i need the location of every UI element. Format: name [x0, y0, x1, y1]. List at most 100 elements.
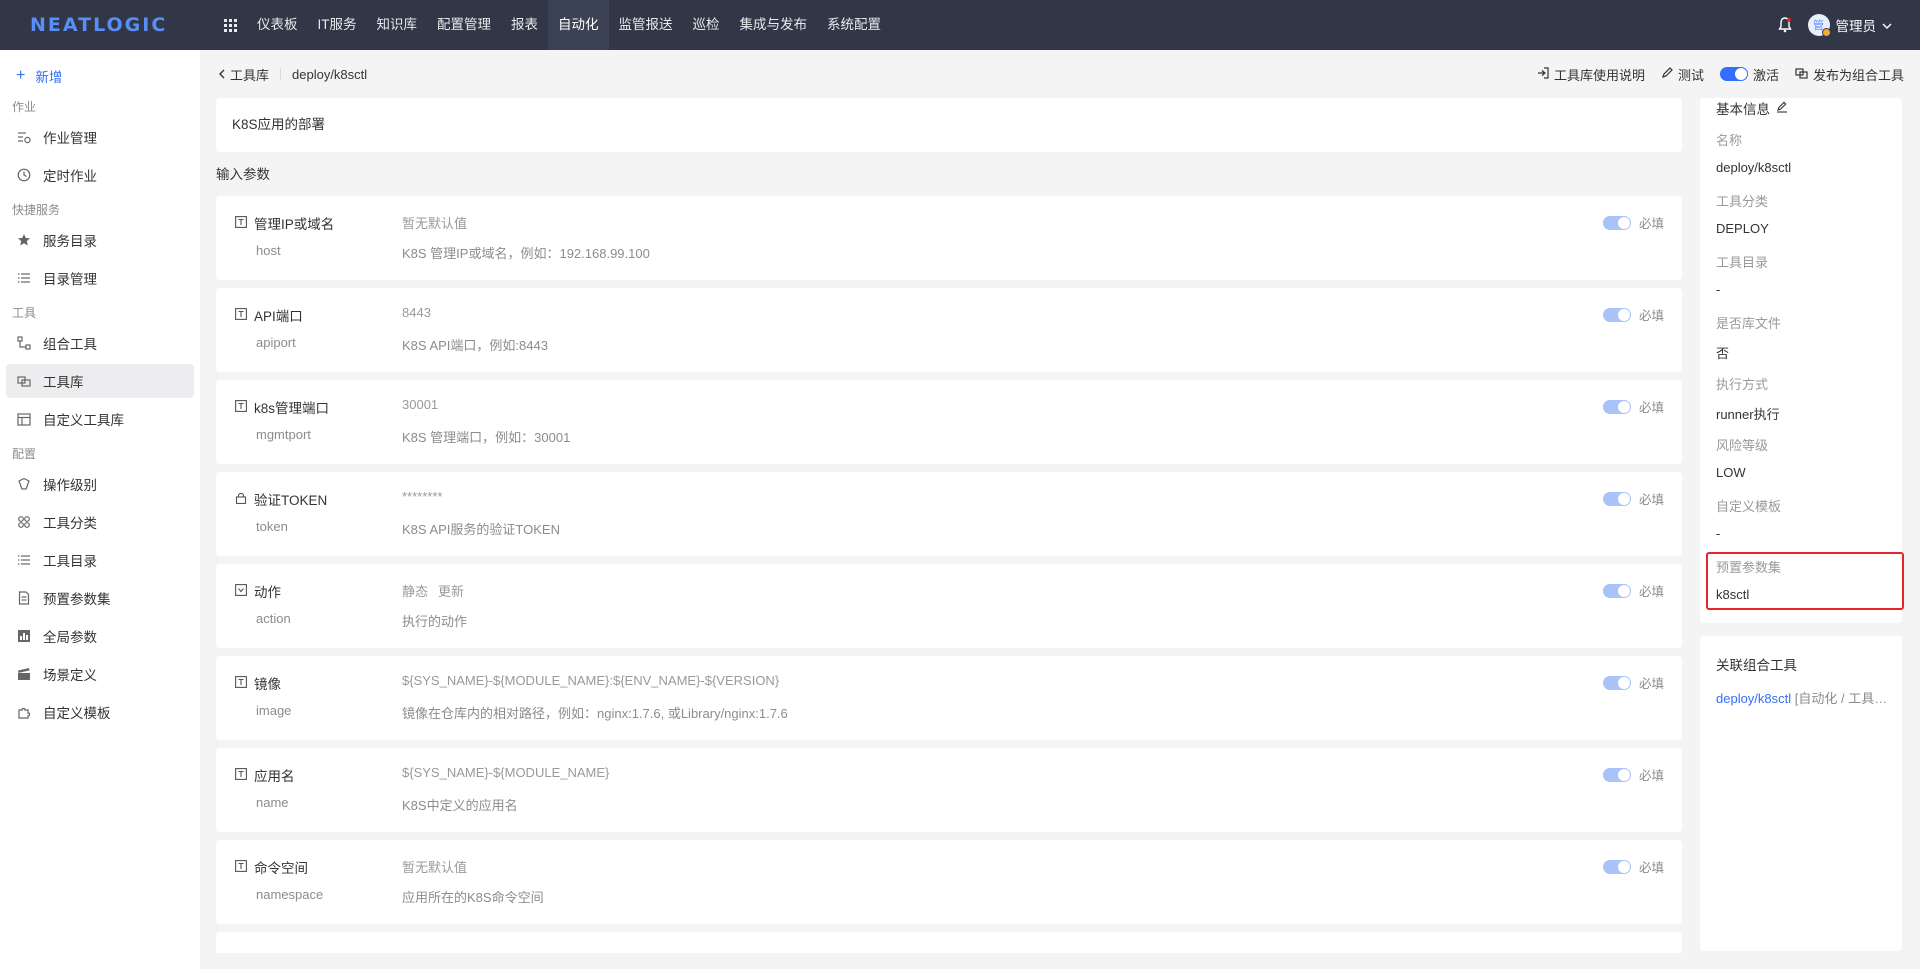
nav-system-config[interactable]: 系统配置	[817, 0, 891, 50]
param-key: namespace	[256, 887, 324, 902]
param-card-image: 镜像 image ${SYS_NAME}-${MODULE_NAME}:${EN…	[216, 656, 1682, 740]
param-name: 应用名	[254, 769, 295, 784]
nav-report[interactable]: 报表	[501, 0, 548, 50]
nav-inspection[interactable]: 巡检	[683, 0, 730, 50]
required-switch[interactable]	[1602, 307, 1631, 322]
sidebar-item-scene-definition[interactable]: 场景定义	[6, 657, 194, 691]
nav-it-service[interactable]: IT服务	[308, 0, 367, 50]
publish-button[interactable]: 发布为组合工具	[1795, 65, 1904, 84]
info-field-is-library: 是否库文件否	[1716, 316, 1782, 361]
star-icon	[16, 232, 32, 248]
clapper-icon	[16, 666, 32, 682]
required-toggle[interactable]: 必填	[1602, 673, 1664, 692]
user-menu[interactable]: 管 管理员	[1807, 14, 1893, 37]
document-icon	[16, 590, 32, 606]
param-key: mgmtport	[256, 427, 311, 442]
param-default: 暂无默认值	[402, 860, 468, 875]
required-switch[interactable]	[1602, 675, 1631, 690]
sidebar-item-global-params[interactable]: 全局参数	[6, 619, 194, 653]
nav-cmdb[interactable]: 配置管理	[427, 0, 501, 50]
required-toggle[interactable]: 必填	[1602, 765, 1664, 784]
param-default: ********	[402, 489, 443, 504]
sidebar-item-custom-library[interactable]: 自定义工具库	[6, 402, 194, 436]
required-switch[interactable]	[1602, 767, 1631, 782]
chevron-down-icon	[1882, 18, 1892, 33]
sidebar-item-combined-tools[interactable]: 组合工具	[6, 326, 194, 360]
activate-toggle[interactable]: 激活	[1719, 65, 1779, 84]
list-icon	[16, 552, 32, 568]
group-title-config: 配置	[12, 447, 37, 461]
param-description: K8S API端口，例如:8443	[402, 338, 548, 353]
nav-integration[interactable]: 集成与发布	[730, 0, 818, 50]
param-card-action: 动作 action 静态 更新 执行的动作 必填	[216, 564, 1682, 648]
add-button[interactable]: + 新增	[0, 63, 200, 89]
param-description: 执行的动作	[402, 614, 468, 629]
breadcrumb-divider	[280, 68, 282, 80]
nav-regulatory[interactable]: 监管报送	[609, 0, 683, 50]
param-default: ${SYS_NAME}-${MODULE_NAME}:${ENV_NAME}-$…	[402, 673, 780, 688]
required-toggle[interactable]: 必填	[1602, 397, 1664, 416]
chevron-left-icon[interactable]	[218, 67, 226, 82]
input-params-title: 输入参数	[216, 167, 270, 182]
sidebar-item-preset-params[interactable]: 预置参数集	[6, 581, 194, 615]
breadcrumb-current: deploy/k8sctl	[292, 66, 368, 82]
param-name: k8s管理端口	[254, 401, 330, 416]
param-description: K8S API服务的验证TOKEN	[402, 522, 560, 537]
activate-switch[interactable]	[1719, 67, 1748, 81]
edit-icon[interactable]	[1776, 101, 1788, 116]
required-switch[interactable]	[1602, 583, 1631, 598]
plus-icon: +	[16, 67, 26, 84]
param-name: 管理IP或域名	[254, 217, 335, 232]
param-name: 验证TOKEN	[254, 493, 328, 508]
required-switch[interactable]	[1602, 491, 1631, 506]
sidebar-item-catalog-manage[interactable]: 目录管理	[6, 261, 194, 295]
flow-icon	[16, 335, 32, 351]
info-field-risk-level: 风险等级 LOW	[1716, 438, 1769, 480]
required-toggle[interactable]: 必填	[1602, 305, 1664, 324]
info-field-category: 工具分类 DEPLOY	[1716, 194, 1769, 236]
test-button[interactable]: 测试	[1661, 65, 1704, 84]
nav-knowledge[interactable]: 知识库	[367, 0, 428, 50]
param-key: image	[256, 703, 292, 718]
sidebar-item-tool-category[interactable]: 工具分类	[6, 505, 194, 539]
required-switch[interactable]	[1602, 399, 1631, 414]
param-card-token: 验证TOKEN token ******** K8S API服务的验证TOKEN…	[216, 472, 1682, 556]
text-icon	[235, 860, 247, 872]
sidebar-item-scheduled-job[interactable]: 定时作业	[6, 158, 194, 192]
required-switch[interactable]	[1602, 215, 1631, 230]
main-content: K8S应用的部署 输入参数 管理IP或域名 host 暂无默认值 K8S 管理I…	[216, 98, 1682, 953]
sidebar: + 新增 作业 作业管理 定时作业 快捷服务 服务目录 目录管理 工具 组合工具 …	[0, 50, 200, 969]
clock-icon	[16, 167, 32, 183]
related-tool-link[interactable]: deploy/k8sctl	[1716, 691, 1791, 706]
copy-icon	[1795, 67, 1808, 82]
bell-icon[interactable]	[1776, 16, 1794, 34]
manual-button[interactable]: 工具库使用说明	[1537, 65, 1645, 84]
sidebar-item-operation-level[interactable]: 操作级别	[6, 467, 194, 501]
top-bar: NEATLOGIC 仪表板 IT服务 知识库 配置管理 报表 自动化 监管报送 …	[0, 0, 1920, 50]
text-icon	[235, 308, 247, 320]
required-toggle[interactable]: 必填	[1602, 213, 1664, 232]
sidebar-item-service-catalog[interactable]: 服务目录	[6, 223, 194, 257]
breadcrumb-parent[interactable]: 工具库	[230, 65, 269, 84]
tool-description: K8S应用的部署	[216, 98, 1682, 152]
nav-automation[interactable]: 自动化	[548, 0, 609, 50]
nav-dashboard[interactable]: 仪表板	[247, 0, 308, 50]
sidebar-item-custom-template[interactable]: 自定义模板	[6, 695, 194, 729]
param-card-namespace: 命令空间 namespace 暂无默认值 应用所在的K8S命令空间 必填	[216, 840, 1682, 924]
required-toggle[interactable]: 必填	[1602, 857, 1664, 876]
sidebar-item-tool-library[interactable]: 工具库	[6, 364, 194, 398]
top-nav: 仪表板 IT服务 知识库 配置管理 报表 自动化 监管报送 巡检 集成与发布 系…	[247, 0, 891, 50]
apps-grid-icon[interactable]	[215, 0, 245, 50]
logo[interactable]: NEATLOGIC	[0, 0, 200, 50]
sidebar-item-tool-directory[interactable]: 工具目录	[6, 543, 194, 577]
required-switch[interactable]	[1602, 859, 1631, 874]
highlight-box	[1706, 552, 1904, 610]
sidebar-item-job-manage[interactable]: 作业管理	[6, 120, 194, 154]
required-toggle[interactable]: 必填	[1602, 489, 1664, 508]
param-description: 应用所在的K8S命令空间	[402, 890, 544, 905]
param-default: 暂无默认值	[402, 216, 468, 231]
required-toggle[interactable]: 必填	[1602, 581, 1664, 600]
text-icon	[235, 216, 247, 228]
toolbar: 工具库使用说明 测试 激活 发布为组合工具	[1537, 65, 1904, 84]
related-tools-title: 关联组合工具	[1716, 658, 1797, 673]
